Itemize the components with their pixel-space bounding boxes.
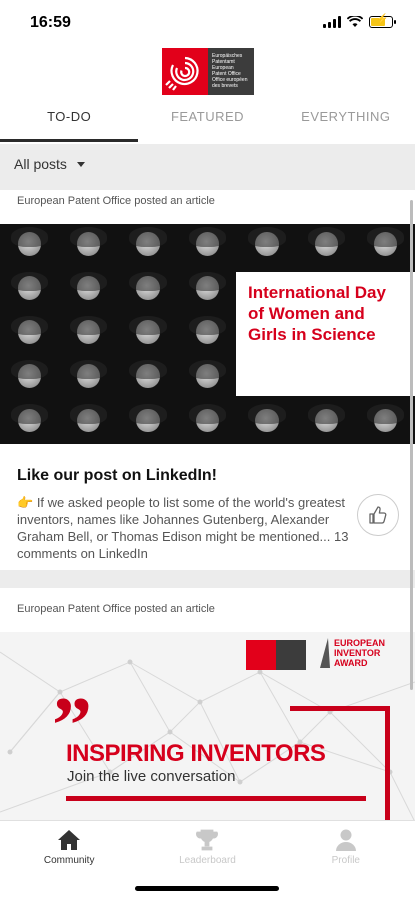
post-author-line: European Patent Office posted an article (17, 603, 215, 615)
trophy-icon (196, 829, 219, 851)
thumbs-up-icon (369, 506, 387, 524)
system-icons: ⚡ (323, 14, 396, 28)
post-feed[interactable]: European Patent Office posted an article… (0, 184, 415, 820)
signal-icon (323, 16, 341, 28)
home-indicator[interactable] (135, 886, 279, 891)
article-image[interactable]: EUROPEAN INVENTOR AWARD ” INSPIRING INVE… (0, 632, 415, 820)
article-image[interactable]: International Day of Women and Girls in … (0, 224, 415, 444)
pointing-hand-icon: 👉 (17, 495, 34, 510)
banner-line: of Women and (248, 304, 365, 323)
award-line: AWARD (334, 658, 368, 668)
post-filter-dropdown[interactable]: All posts (14, 156, 85, 172)
filter-bar: All posts (0, 144, 415, 184)
award-line: EUROPEAN (334, 638, 386, 648)
nav-label: Community (43, 855, 95, 866)
image-headline: INSPIRING INVENTORS (66, 740, 326, 767)
logo-line: des brevets (212, 83, 238, 89)
epo-logo: Europäisches Patentamt European Patent O… (162, 48, 254, 95)
nav-label: Profile (331, 855, 360, 866)
battery-icon: ⚡ (369, 14, 396, 28)
post-card[interactable]: European Patent Office posted an article (0, 588, 415, 820)
post-excerpt: 👉 If we asked people to list some of the… (17, 494, 352, 562)
banner-line: International Day (248, 283, 386, 302)
post-author-line: European Patent Office posted an article (17, 195, 215, 207)
post-filter-label: All posts (14, 156, 67, 172)
home-icon (58, 830, 81, 850)
person-icon (335, 829, 356, 851)
image-subheadline: Join the live conversation (67, 768, 236, 785)
decorative-line (385, 706, 390, 820)
scrollbar[interactable] (410, 200, 413, 690)
post-excerpt-text: If we asked people to list some of the w… (17, 495, 349, 561)
tab-to-do[interactable]: TO-DO (0, 104, 138, 144)
tab-bar: TO-DO FEATURED EVERYTHING (0, 104, 415, 144)
app-header: Europäisches Patentamt European Patent O… (0, 44, 415, 144)
status-time: 16:59 (30, 14, 71, 31)
active-tab-indicator (0, 139, 138, 142)
tab-featured[interactable]: FEATURED (138, 104, 276, 144)
post-card[interactable]: European Patent Office posted an article… (0, 190, 415, 570)
decorative-line (66, 796, 366, 801)
inventor-award-logo: EUROPEAN INVENTOR AWARD (318, 638, 385, 668)
wifi-icon (347, 16, 363, 27)
caret-down-icon (76, 161, 85, 167)
award-sail-icon (320, 638, 330, 668)
banner-line: Girls in Science (248, 325, 376, 344)
award-line: INVENTOR (334, 648, 381, 658)
epo-logo-small (246, 640, 306, 670)
status-bar: 16:59 ⚡ (0, 0, 415, 44)
like-button[interactable] (357, 494, 399, 536)
post-title[interactable]: Like our post on LinkedIn! (17, 467, 217, 485)
epo-logo-text: Europäisches Patentamt European Patent O… (208, 48, 254, 95)
nav-label: Leaderboard (179, 855, 236, 866)
tab-everything[interactable]: EVERYTHING (277, 104, 415, 144)
epo-logo-mark (162, 48, 208, 95)
decorative-line (290, 706, 390, 711)
nav-profile[interactable]: Profile (277, 821, 415, 900)
nav-community[interactable]: Community (0, 821, 138, 900)
image-banner: International Day of Women and Girls in … (236, 272, 415, 396)
